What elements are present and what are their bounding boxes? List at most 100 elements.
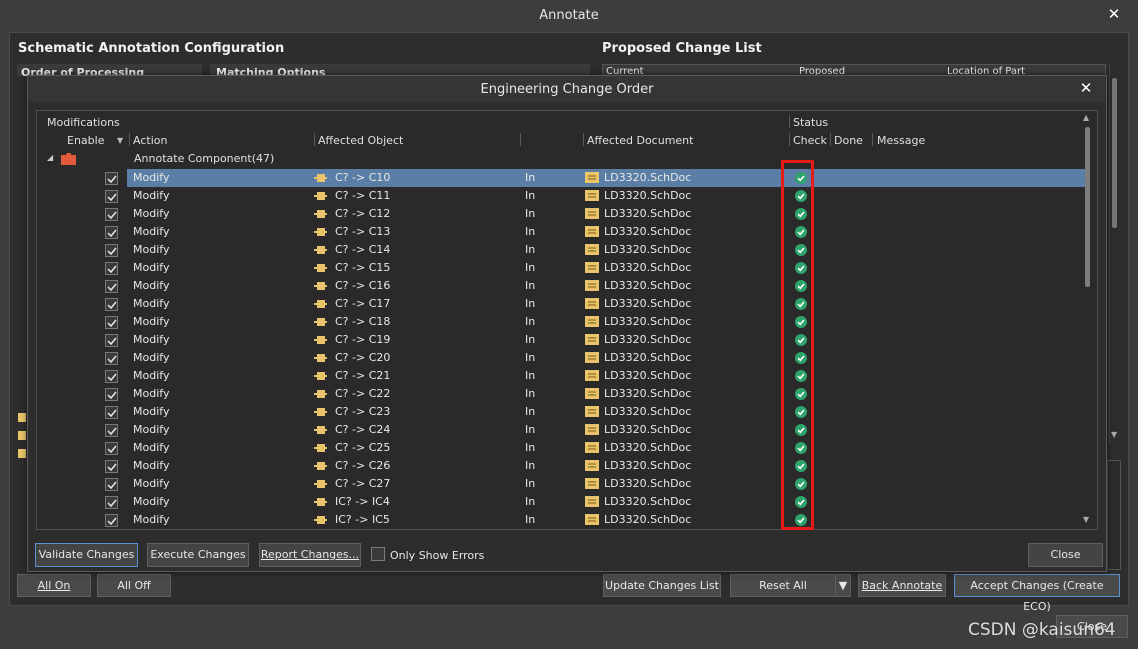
enable-checkbox[interactable]: [105, 370, 118, 383]
enable-checkbox[interactable]: [105, 442, 118, 455]
in-cell: In: [525, 315, 536, 328]
table-row[interactable]: Modify C? -> C24 In LD3320.SchDoc: [127, 421, 1089, 439]
enable-checkbox[interactable]: [105, 280, 118, 293]
enable-checkbox[interactable]: [105, 388, 118, 401]
table-row[interactable]: Modify C? -> C19 In LD3320.SchDoc: [127, 331, 1089, 349]
eco-grid-scrollbar[interactable]: ▲ ▼: [1081, 111, 1095, 529]
table-row[interactable]: Modify C? -> C25 In LD3320.SchDoc: [127, 439, 1089, 457]
table-row[interactable]: Modify C? -> C11 In LD3320.SchDoc: [127, 187, 1089, 205]
enable-checkbox[interactable]: [105, 298, 118, 311]
group-header-modifications: Modifications: [47, 116, 120, 129]
proposed-scroll-down-icon[interactable]: ▼: [1111, 430, 1117, 439]
eco-close-button[interactable]: Close: [1028, 543, 1103, 567]
enable-checkbox[interactable]: [105, 460, 118, 473]
action-cell: Modify: [133, 297, 170, 310]
all-off-button[interactable]: All Off: [97, 574, 171, 597]
component-icon: [314, 371, 327, 381]
schematic-doc-icon: [585, 334, 599, 345]
col-header-check[interactable]: Check: [793, 134, 827, 147]
col-header-affected-document[interactable]: Affected Document: [587, 134, 693, 147]
col-header-message[interactable]: Message: [877, 134, 925, 147]
col-header-affected-object[interactable]: Affected Object: [318, 134, 403, 147]
table-row[interactable]: Modify C? -> C27 In LD3320.SchDoc: [127, 475, 1089, 493]
accept-changes-button[interactable]: Accept Changes (Create ECO): [954, 574, 1120, 613]
affected-document-cell: LD3320.SchDoc: [604, 243, 692, 256]
schematic-doc-icon: [585, 262, 599, 273]
collapse-triangle-icon[interactable]: ◢: [47, 153, 53, 162]
proposed-scroll-thumb[interactable]: [1112, 78, 1117, 228]
table-row[interactable]: Modify C? -> C15 In LD3320.SchDoc: [127, 259, 1089, 277]
in-cell: In: [525, 171, 536, 184]
reset-all-button[interactable]: Reset All: [730, 574, 836, 597]
affected-object-cell: C? -> C20: [335, 351, 391, 364]
scroll-thumb[interactable]: [1085, 127, 1090, 287]
action-cell: Modify: [133, 369, 170, 382]
scroll-up-icon[interactable]: ▲: [1083, 113, 1089, 122]
enable-checkbox[interactable]: [105, 208, 118, 221]
enable-checkbox[interactable]: [105, 514, 118, 527]
enable-checkbox[interactable]: [105, 424, 118, 437]
affected-document-cell: LD3320.SchDoc: [604, 207, 692, 220]
component-icon: [314, 461, 327, 471]
col-header-action[interactable]: Action: [133, 134, 167, 147]
table-row[interactable]: Modify C? -> C23 In LD3320.SchDoc: [127, 403, 1089, 421]
checkmark-icon: [107, 373, 117, 382]
component-icon: [314, 173, 327, 183]
scroll-down-icon[interactable]: ▼: [1083, 515, 1089, 524]
report-changes-button[interactable]: Report Changes...: [259, 543, 361, 567]
enable-checkbox[interactable]: [105, 406, 118, 419]
table-row[interactable]: Modify C? -> C26 In LD3320.SchDoc: [127, 457, 1089, 475]
enable-checkbox[interactable]: [105, 334, 118, 347]
table-row[interactable]: Modify C? -> C22 In LD3320.SchDoc: [127, 385, 1089, 403]
component-icon: [314, 353, 327, 363]
affected-object-cell: C? -> C16: [335, 279, 391, 292]
table-row[interactable]: Modify C? -> C18 In LD3320.SchDoc: [127, 313, 1089, 331]
enable-checkbox[interactable]: [105, 172, 118, 185]
schematic-doc-icon: [585, 352, 599, 363]
table-row[interactable]: Modify C? -> C21 In LD3320.SchDoc: [127, 367, 1089, 385]
update-changes-button[interactable]: Update Changes List: [603, 574, 721, 597]
proposed-list-scrollbar[interactable]: ▼: [1109, 64, 1120, 444]
execute-changes-button[interactable]: Execute Changes: [147, 543, 249, 567]
validate-changes-button[interactable]: Validate Changes: [35, 543, 138, 567]
affected-object-cell: C? -> C25: [335, 441, 391, 454]
table-row[interactable]: Modify IC? -> IC5 In LD3320.SchDoc: [127, 511, 1089, 529]
enable-checkbox[interactable]: [105, 496, 118, 509]
reset-dropdown-chevron-down-icon[interactable]: ▼: [835, 574, 851, 597]
action-cell: Modify: [133, 387, 170, 400]
table-row[interactable]: Modify C? -> C10 In LD3320.SchDoc: [127, 169, 1089, 187]
schematic-doc-icon: [585, 370, 599, 381]
back-annotate-button[interactable]: Back Annotate: [858, 574, 946, 597]
table-row[interactable]: Modify C? -> C16 In LD3320.SchDoc: [127, 277, 1089, 295]
col-header-done[interactable]: Done: [834, 134, 863, 147]
table-row[interactable]: Modify C? -> C17 In LD3320.SchDoc: [127, 295, 1089, 313]
in-cell: In: [525, 513, 536, 526]
component-icon: [314, 299, 327, 309]
action-cell: Modify: [133, 333, 170, 346]
enable-checkbox[interactable]: [105, 478, 118, 491]
enable-checkbox[interactable]: [105, 262, 118, 275]
table-row[interactable]: Modify C? -> C12 In LD3320.SchDoc: [127, 205, 1089, 223]
only-show-errors-checkbox[interactable]: [371, 547, 385, 561]
checkmark-icon: [107, 175, 117, 184]
schematic-config-heading: Schematic Annotation Configuration: [18, 41, 285, 56]
enable-checkbox[interactable]: [105, 190, 118, 203]
component-icon: [314, 281, 327, 291]
annotate-close-icon[interactable]: ✕: [1104, 4, 1124, 24]
affected-document-cell: LD3320.SchDoc: [604, 279, 692, 292]
checkmark-icon: [107, 211, 117, 220]
enable-checkbox[interactable]: [105, 226, 118, 239]
sort-chevron-down-icon[interactable]: ▼: [117, 136, 123, 145]
col-header-enable[interactable]: Enable: [67, 134, 104, 147]
table-row[interactable]: Modify C? -> C20 In LD3320.SchDoc: [127, 349, 1089, 367]
affected-document-cell: LD3320.SchDoc: [604, 477, 692, 490]
enable-checkbox[interactable]: [105, 244, 118, 257]
eco-close-icon[interactable]: ✕: [1076, 78, 1096, 98]
table-row[interactable]: Modify C? -> C13 In LD3320.SchDoc: [127, 223, 1089, 241]
table-row[interactable]: Modify IC? -> IC4 In LD3320.SchDoc: [127, 493, 1089, 511]
enable-checkbox[interactable]: [105, 352, 118, 365]
table-row[interactable]: Modify C? -> C14 In LD3320.SchDoc: [127, 241, 1089, 259]
action-cell: Modify: [133, 495, 170, 508]
all-on-button[interactable]: All On: [17, 574, 91, 597]
enable-checkbox[interactable]: [105, 316, 118, 329]
